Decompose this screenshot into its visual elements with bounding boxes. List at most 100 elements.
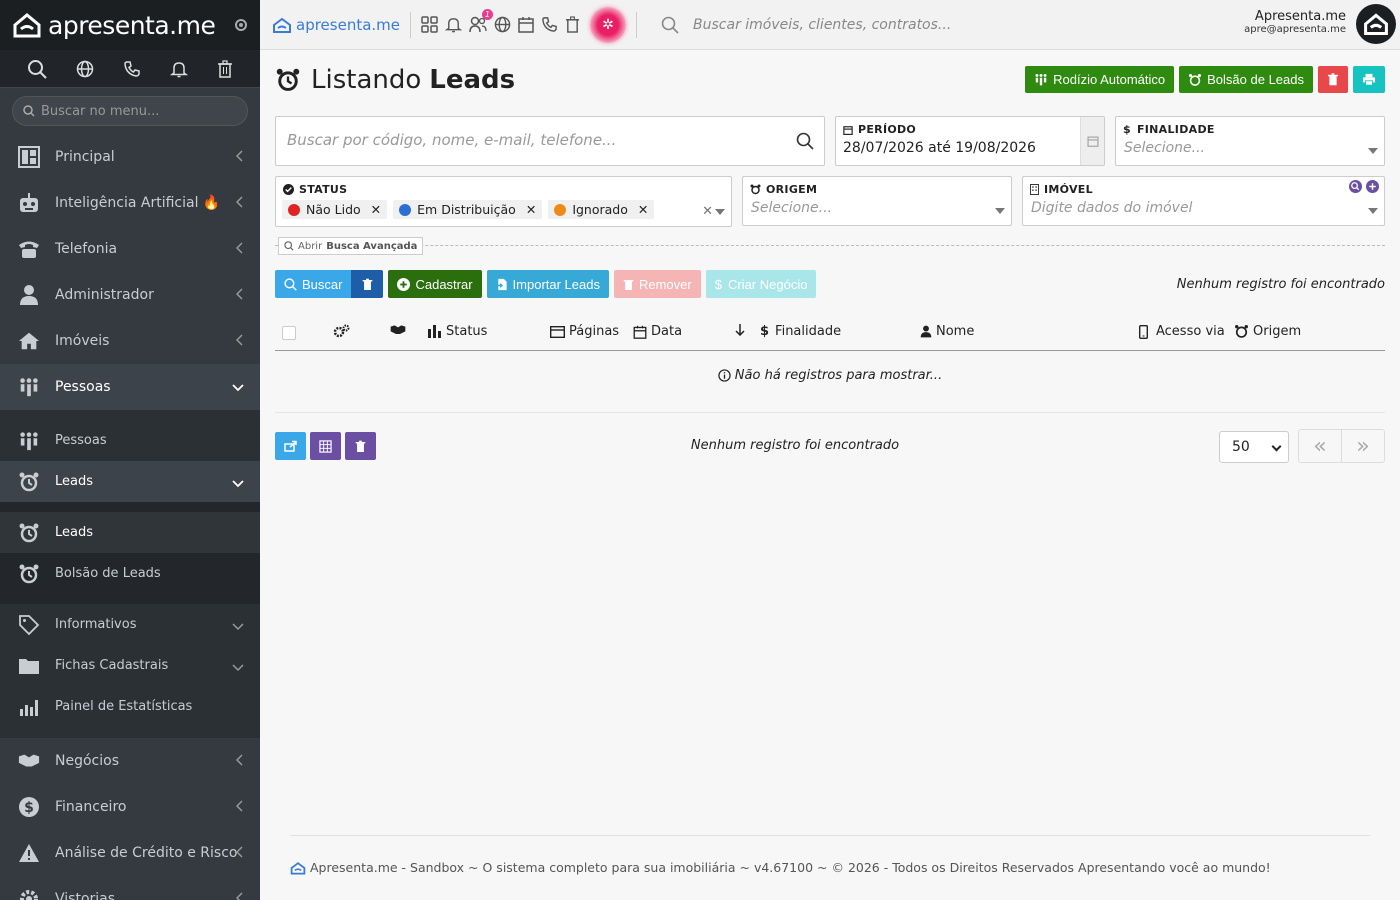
bolsao-button[interactable]: Bolsão de Leads: [1179, 66, 1313, 93]
imovel-select[interactable]: IMÓVEL Digite dados do imóvel: [1022, 176, 1385, 226]
rodizio-button[interactable]: Rodízio Automático: [1025, 66, 1175, 93]
clear-filters-button[interactable]: [351, 270, 384, 298]
page-header: Listando Leads Rodízio Automático Bolsão …: [275, 50, 1385, 110]
search-icon[interactable]: [796, 132, 814, 150]
avatar[interactable]: [1356, 4, 1396, 44]
sidebar-item-principal[interactable]: Principal: [0, 134, 260, 180]
importar-button[interactable]: Importar Leads: [486, 270, 609, 298]
menu-search-input[interactable]: Buscar no menu...: [12, 96, 248, 126]
chevron-left-icon: [235, 288, 244, 304]
status-tag-nao-lido[interactable]: Não Lido ✕: [282, 200, 388, 219]
sidebar-item-leads[interactable]: Leads: [0, 461, 260, 502]
globe-icon[interactable]: [494, 16, 511, 33]
people-icon: [18, 376, 40, 398]
robot-icon: [18, 192, 40, 214]
select-all-checkbox[interactable]: [282, 326, 296, 340]
sidebar-item-imoveis[interactable]: Imóveis: [0, 318, 260, 364]
phone-icon[interactable]: [541, 16, 558, 33]
sort-desc-icon[interactable]: [735, 324, 749, 336]
last-page-button[interactable]: »: [1342, 430, 1384, 462]
column-status[interactable]: Status: [427, 324, 487, 339]
first-page-button[interactable]: «: [1299, 430, 1342, 462]
user-info[interactable]: Apresenta.me apre@apresenta.me: [1244, 9, 1346, 35]
sidebar-item-analise[interactable]: Análise de Crédito e Risco: [0, 830, 260, 876]
globe-icon[interactable]: [76, 60, 94, 78]
bell-icon[interactable]: [445, 16, 463, 33]
trash-icon[interactable]: [565, 16, 580, 33]
trash-icon[interactable]: [217, 59, 233, 78]
chevron-left-icon: [235, 892, 244, 900]
column-acesso[interactable]: Acesso via: [1139, 324, 1225, 339]
target-icon[interactable]: [235, 19, 247, 31]
periodo-label: PERÍODO: [858, 123, 917, 136]
sidebar-item-pessoas-list[interactable]: Pessoas: [0, 420, 260, 461]
trash-icon: [623, 279, 634, 290]
handshake-icon: [18, 750, 40, 772]
column-label: Data: [651, 324, 683, 339]
lead-search-input[interactable]: Buscar por código, nome, e-mail, telefon…: [275, 116, 825, 166]
clear-icon[interactable]: ✕: [702, 204, 713, 219]
sidebar-item-administrador[interactable]: Administrador: [0, 272, 260, 318]
sidebar-item-painel[interactable]: Painel de Estatísticas: [0, 686, 260, 727]
sidebar-item-fichas[interactable]: Fichas Cadastrais: [0, 645, 260, 686]
calendar-picker-button[interactable]: [1080, 117, 1104, 165]
per-page-select[interactable]: 50: [1219, 431, 1289, 463]
top-logo[interactable]: apresenta.me: [272, 16, 400, 34]
periodo-field[interactable]: PERÍODO 28/07/2026 até 19/08/2026: [835, 116, 1105, 166]
pagination-bar: Nenhum registro foi encontrado 50 « »: [275, 429, 1385, 463]
sidebar-item-informativos[interactable]: Informativos: [0, 604, 260, 645]
grid-icon[interactable]: [421, 16, 438, 33]
column-finalidade[interactable]: $ Finalidade: [760, 324, 841, 339]
delete-button[interactable]: [1318, 66, 1348, 93]
sidebar-item-pessoas[interactable]: Pessoas: [0, 364, 260, 410]
sidebar-item-negocios[interactable]: Negócios: [0, 738, 260, 784]
column-data[interactable]: Data: [633, 324, 682, 339]
chevron-down-icon: [232, 380, 244, 396]
status-tag-ignorado[interactable]: Ignorado ✕: [548, 200, 655, 219]
print-button[interactable]: [1353, 66, 1385, 93]
bolsao-label: Bolsão de Leads: [1207, 72, 1304, 87]
sidebar-item-financeiro[interactable]: $ Financeiro: [0, 784, 260, 830]
alarm-icon: [18, 471, 40, 493]
sidebar-item-vistorias[interactable]: Vistorias: [0, 876, 260, 900]
brand-name: apresenta.me: [48, 10, 216, 40]
sidebar-item-leads-list[interactable]: Leads: [0, 512, 260, 553]
remove-tag-icon[interactable]: ✕: [638, 202, 648, 217]
column-nome[interactable]: Nome: [920, 324, 974, 339]
advanced-search-toggle[interactable]: Abrir Busca Avançada: [278, 237, 424, 255]
house-logo-icon: [273, 17, 291, 33]
column-paginas[interactable]: Páginas: [550, 324, 619, 339]
ai-assistant-button[interactable]: ✲: [590, 6, 627, 43]
handshake-icon[interactable]: [390, 324, 410, 336]
table-footer-divider: [275, 412, 1385, 413]
advanced-bold: Busca Avançada: [326, 240, 418, 252]
brand-logo[interactable]: apresenta.me: [12, 10, 216, 40]
remover-button[interactable]: Remover: [613, 270, 701, 298]
calendar-icon[interactable]: [518, 16, 534, 33]
bell-icon[interactable]: [170, 60, 189, 78]
column-origem[interactable]: Origem: [1234, 324, 1301, 339]
gears-icon[interactable]: [333, 324, 355, 338]
calendar-icon: [1086, 136, 1099, 147]
search-icon[interactable]: [27, 59, 47, 79]
search-circle-icon[interactable]: [1349, 180, 1362, 193]
origem-select[interactable]: ORIGEM Selecione...: [742, 176, 1012, 226]
status-select[interactable]: STATUS Não Lido ✕ Em Distribuição ✕ Ignora…: [275, 176, 732, 227]
status-tag-em-distribuicao[interactable]: Em Distribuição ✕: [393, 200, 543, 219]
phone-icon[interactable]: [123, 60, 141, 78]
global-search-input[interactable]: Buscar imóveis, clientes, contratos...: [661, 16, 951, 34]
remove-tag-icon[interactable]: ✕: [526, 202, 536, 217]
buscar-button[interactable]: Buscar: [275, 270, 352, 298]
imovel-placeholder: Digite dados do imóvel: [1031, 200, 1193, 216]
plus-circle-icon[interactable]: [1366, 180, 1379, 193]
house-logo-icon: [13, 13, 41, 38]
finalidade-select[interactable]: $ FINALIDADE Selecione...: [1115, 116, 1385, 166]
sidebar-item-bolsao[interactable]: Bolsão de Leads: [0, 553, 260, 594]
sidebar-item-telefonia[interactable]: Telefonia: [0, 226, 260, 272]
cadastrar-button[interactable]: Cadastrar: [388, 270, 482, 298]
criar-negocio-button[interactable]: $ Criar Negócio: [705, 270, 817, 298]
remove-tag-icon[interactable]: ✕: [371, 202, 381, 217]
dollar-icon: $: [1123, 123, 1131, 136]
sidebar-item-ia[interactable]: Inteligência Artificial 🔥: [0, 180, 260, 226]
users-icon[interactable]: 1: [469, 9, 494, 33]
